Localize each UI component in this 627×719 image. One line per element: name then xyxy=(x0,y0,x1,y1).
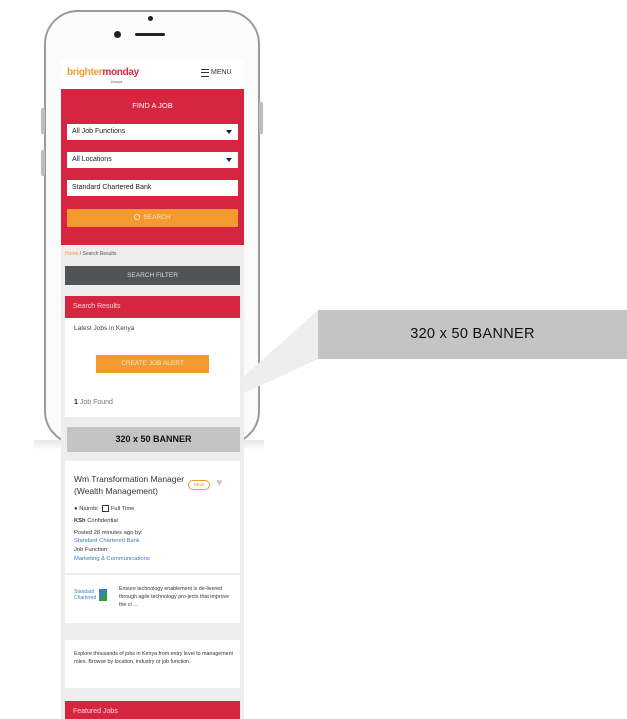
job-posted: Posted 28 minutes ago by: xyxy=(74,530,143,536)
keyword-value: Standard Chartered Bank xyxy=(72,184,152,191)
search-results-header: Search Results xyxy=(65,296,240,318)
job-description: Ensure technology enablement is de-liver… xyxy=(119,586,230,608)
chevron-down-icon xyxy=(226,158,232,162)
phone-camera xyxy=(114,31,121,38)
keyword-input[interactable]: Standard Chartered Bank xyxy=(67,180,238,196)
search-button-label: SEARCH xyxy=(143,214,171,221)
breadcrumb-current: Search Results xyxy=(82,251,117,257)
featured-jobs-header: Featured Jobs xyxy=(65,701,240,719)
menu-icon[interactable] xyxy=(201,69,209,77)
location-value: All Locations xyxy=(72,156,112,163)
logo-subtitle: Kenya xyxy=(111,79,123,84)
job-salary: KSh Confidential xyxy=(74,518,118,524)
job-location-type: ● Nairobi Full Time xyxy=(74,505,134,512)
job-function-link[interactable]: Marketing & Communications xyxy=(74,556,150,562)
job-function-label: Job Function: xyxy=(74,547,109,553)
breadcrumb-home[interactable]: Home xyxy=(65,251,78,257)
explore-text: Explore thousands of jobs in Kenya from … xyxy=(74,651,233,665)
phone-side-button xyxy=(259,102,263,134)
heart-icon[interactable]: ♥ xyxy=(216,477,223,489)
new-badge: NEW xyxy=(188,480,210,490)
job-function-select[interactable]: All Job Functions xyxy=(67,124,238,140)
jobs-found-number: 1 xyxy=(74,399,78,406)
brand-logo[interactable]: brightermonday xyxy=(67,67,139,78)
job-title-link[interactable]: Wm Transformation Manager (Wealth Manage… xyxy=(74,473,194,497)
latest-jobs-text: Latest Jobs in Kenya xyxy=(74,325,135,332)
create-job-alert-button[interactable]: CREATE JOB ALERT xyxy=(96,355,209,373)
ad-banner-small[interactable]: 320 x 50 BANNER xyxy=(67,427,240,452)
location-pin-icon: ● xyxy=(74,506,78,513)
breadcrumb: Home / Search Results xyxy=(65,251,116,257)
jobs-found-suffix: Job Found xyxy=(79,399,113,406)
ad-banner-large[interactable]: 320 x 50 BANNER xyxy=(318,310,627,359)
menu-label[interactable]: MENU xyxy=(211,69,232,76)
salary-value: Confidential xyxy=(87,518,118,524)
logo-text-primary: brighter xyxy=(67,67,103,78)
job-function-value: All Job Functions xyxy=(72,128,126,135)
company-logo: Standard Chartered xyxy=(74,589,112,601)
salary-currency: KSh xyxy=(74,518,86,524)
find-job-title: FIND A JOB xyxy=(132,101,173,110)
phone-sensor xyxy=(148,16,153,21)
jobs-found-count: 1 Job Found xyxy=(74,399,113,406)
search-icon xyxy=(134,214,141,221)
location-select[interactable]: All Locations xyxy=(67,152,238,168)
job-location: Nairobi xyxy=(79,506,98,513)
phone-side-button xyxy=(41,108,45,134)
search-button[interactable]: SEARCH xyxy=(67,209,238,227)
calendar-icon xyxy=(102,505,110,512)
logo-text-secondary: monday xyxy=(102,67,139,78)
job-company-link[interactable]: Standard Chartered Bank xyxy=(74,538,140,544)
phone-side-button xyxy=(41,150,45,176)
chevron-down-icon xyxy=(226,130,232,134)
top-bar: brightermonday Kenya MENU xyxy=(61,59,244,89)
phone-screen: brightermonday Kenya MENU FIND A JOB All… xyxy=(61,59,244,719)
search-filter-button[interactable]: SEARCH FILTER xyxy=(65,266,240,285)
company-logo-mark xyxy=(99,589,107,601)
phone-speaker xyxy=(135,33,165,36)
job-type: Full Time xyxy=(110,506,135,513)
